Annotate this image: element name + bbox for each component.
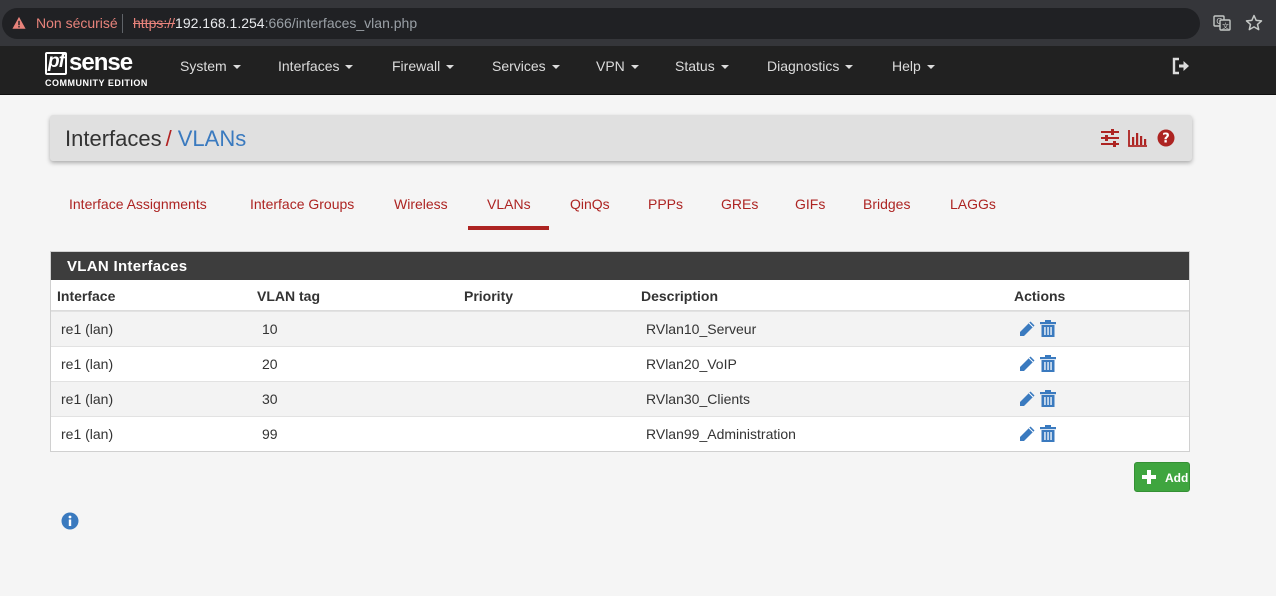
info-icon[interactable] bbox=[61, 512, 79, 530]
pencil-icon[interactable] bbox=[1018, 425, 1036, 443]
trash-icon[interactable] bbox=[1039, 355, 1057, 373]
sliders-icon[interactable] bbox=[1100, 129, 1120, 147]
cell-interface: re1 (lan) bbox=[61, 426, 114, 442]
security-label[interactable]: Non sécurisé bbox=[36, 15, 118, 31]
caret-down-icon bbox=[926, 65, 935, 70]
cell-interface: re1 (lan) bbox=[61, 321, 114, 337]
menu-services[interactable]: Services bbox=[492, 58, 560, 74]
menu-system[interactable]: System bbox=[180, 58, 241, 74]
menu-interfaces[interactable]: Interfaces bbox=[278, 58, 354, 74]
bar-chart-icon[interactable] bbox=[1128, 129, 1148, 147]
cell-description: RVlan30_Clients bbox=[646, 391, 751, 407]
column-header-vlan-tag: VLAN tag bbox=[257, 288, 320, 304]
main-navbar: pf sense COMMUNITY EDITION System Interf… bbox=[0, 46, 1276, 95]
caret-down-icon bbox=[345, 65, 354, 70]
warning-icon bbox=[12, 16, 26, 29]
tab-vlans[interactable]: VLANs bbox=[487, 196, 531, 212]
url-text[interactable]: https://192.168.1.254:666/interfaces_vla… bbox=[133, 15, 417, 31]
svg-text:?: ? bbox=[1162, 132, 1170, 147]
vlan-panel: VLAN Interfaces Interface VLAN tag Prior… bbox=[50, 251, 1190, 452]
column-header-actions: Actions bbox=[1014, 288, 1066, 304]
address-separator bbox=[122, 14, 123, 33]
tab-interface-assignments[interactable]: Interface Assignments bbox=[69, 196, 207, 212]
table-row: re1 (lan) 30 RVlan30_Clients bbox=[51, 381, 1189, 416]
breadcrumb-panel: Interfaces / VLANs ? bbox=[50, 115, 1192, 161]
breadcrumb: Interfaces / VLANs bbox=[65, 126, 246, 152]
trash-icon[interactable] bbox=[1039, 390, 1057, 408]
logo-edition: COMMUNITY EDITION bbox=[45, 78, 148, 88]
active-tab-indicator bbox=[468, 226, 549, 230]
cell-description: RVlan99_Administration bbox=[646, 426, 796, 442]
cell-description: RVlan10_Serveur bbox=[646, 321, 757, 337]
tab-laggs[interactable]: LAGGs bbox=[950, 196, 996, 212]
tab-qinqs[interactable]: QinQs bbox=[570, 196, 610, 212]
caret-down-icon bbox=[845, 65, 854, 70]
tab-gres[interactable]: GREs bbox=[721, 196, 758, 212]
table-row: re1 (lan) 10 RVlan10_Serveur bbox=[51, 311, 1189, 346]
pfsense-logo[interactable]: pf sense COMMUNITY EDITION bbox=[45, 49, 153, 92]
logo-pf: pf bbox=[48, 51, 65, 72]
cell-interface: re1 (lan) bbox=[61, 356, 114, 372]
caret-down-icon bbox=[232, 65, 241, 70]
caret-down-icon bbox=[720, 65, 729, 70]
star-icon[interactable] bbox=[1245, 14, 1263, 32]
browser-toolbar: Non sécurisé https://192.168.1.254:666/i… bbox=[0, 0, 1276, 46]
url-scheme: https:// bbox=[133, 15, 176, 31]
tab-wireless[interactable]: Wireless bbox=[394, 196, 448, 212]
menu-vpn[interactable]: VPN bbox=[596, 58, 639, 74]
trash-icon[interactable] bbox=[1039, 320, 1057, 338]
help-icon[interactable]: ? bbox=[1156, 129, 1176, 147]
cell-vlan-tag: 30 bbox=[262, 391, 278, 407]
add-vlan-button[interactable]: Add bbox=[1134, 462, 1190, 492]
tab-ppps[interactable]: PPPs bbox=[648, 196, 683, 212]
menu-status[interactable]: Status bbox=[675, 58, 729, 74]
panel-heading: VLAN Interfaces bbox=[51, 252, 1189, 280]
add-button-label: Add bbox=[1165, 471, 1189, 485]
column-header-interface: Interface bbox=[57, 288, 116, 304]
logout-icon[interactable] bbox=[1171, 57, 1191, 75]
url-host: 192.168.1.254 bbox=[175, 15, 265, 31]
plus-icon bbox=[1142, 470, 1156, 484]
menu-diagnostics[interactable]: Diagnostics bbox=[767, 58, 854, 74]
column-header-description: Description bbox=[641, 288, 719, 304]
pencil-icon[interactable] bbox=[1018, 320, 1036, 338]
url-path: :666/interfaces_vlan.php bbox=[264, 15, 418, 31]
cell-vlan-tag: 20 bbox=[262, 356, 278, 372]
caret-down-icon bbox=[551, 65, 560, 70]
menu-firewall[interactable]: Firewall bbox=[392, 58, 455, 74]
logo-sense: sense bbox=[69, 49, 133, 76]
cell-description: RVlan20_VoIP bbox=[646, 356, 737, 372]
address-bar[interactable]: Non sécurisé https://192.168.1.254:666/i… bbox=[2, 8, 1200, 39]
tab-gifs[interactable]: GIFs bbox=[795, 196, 825, 212]
pencil-icon[interactable] bbox=[1018, 390, 1036, 408]
tab-interface-groups[interactable]: Interface Groups bbox=[250, 196, 354, 212]
breadcrumb-current[interactable]: VLANs bbox=[178, 126, 246, 151]
cell-vlan-tag: 99 bbox=[262, 426, 278, 442]
caret-down-icon bbox=[446, 65, 455, 70]
pencil-icon[interactable] bbox=[1018, 355, 1036, 373]
trash-icon[interactable] bbox=[1039, 425, 1057, 443]
translate-icon[interactable]: G 文 bbox=[1213, 14, 1231, 32]
table-row: re1 (lan) 20 RVlan20_VoIP bbox=[51, 346, 1189, 381]
svg-text:文: 文 bbox=[1222, 22, 1229, 31]
breadcrumb-parent[interactable]: Interfaces bbox=[65, 126, 162, 151]
column-header-priority: Priority bbox=[464, 288, 514, 304]
panel-title: VLAN Interfaces bbox=[67, 258, 188, 275]
cell-interface: re1 (lan) bbox=[61, 391, 114, 407]
table-row: re1 (lan) 99 RVlan99_Administration bbox=[51, 416, 1189, 451]
caret-down-icon bbox=[630, 65, 639, 70]
menu-help[interactable]: Help bbox=[892, 58, 935, 74]
breadcrumb-separator: / bbox=[165, 126, 172, 151]
tab-bridges[interactable]: Bridges bbox=[863, 196, 910, 212]
cell-vlan-tag: 10 bbox=[262, 321, 278, 337]
